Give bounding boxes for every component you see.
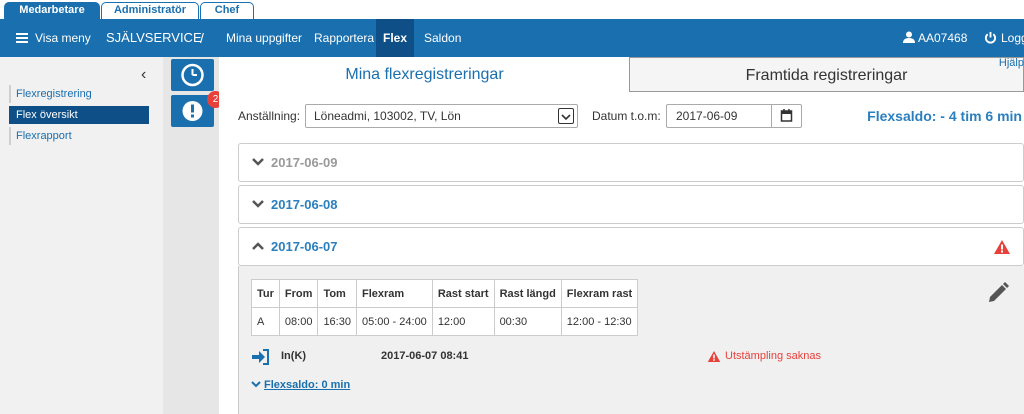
power-icon <box>984 31 997 44</box>
employment-value: Löneadmi, 103002, TV, Lön <box>314 109 461 123</box>
column-header: Tom <box>317 279 357 308</box>
show-menu-button[interactable]: Visa meny <box>16 19 91 57</box>
day-row-2017-06-08[interactable]: 2017-06-08 <box>238 185 1024 224</box>
table-cell: 05:00 - 24:00 <box>355 307 433 336</box>
chevron-up-icon <box>252 242 264 250</box>
tab-framtida-registreringar[interactable]: Framtida registreringar <box>629 57 1024 92</box>
shift-table: Tur From Tom Flexram Rast start Rast län… <box>251 279 639 336</box>
column-header: Rast längd <box>493 279 562 308</box>
clock-icon <box>181 63 204 87</box>
column-header: Flexram <box>355 279 433 308</box>
logout-label: Logg <box>1001 31 1024 45</box>
day-flexsaldo-label: Flexsaldo: 0 min <box>264 379 351 391</box>
column-header: Tur <box>251 279 280 308</box>
day-title: 2017-06-08 <box>271 197 338 212</box>
sign-in-icon <box>252 349 269 365</box>
tab-mina-flexregistreringar[interactable]: Mina flexregistreringar <box>219 57 630 92</box>
user-menu[interactable]: AA07468 <box>903 19 967 57</box>
sidebar-item-flexrapport[interactable]: Flexrapport <box>9 127 149 145</box>
edit-pencil-icon[interactable] <box>986 281 1010 305</box>
stamp-time: 2017-06-07 08:41 <box>381 350 469 362</box>
stamp-type: In(K) <box>281 350 307 362</box>
help-link[interactable]: Hjälp <box>999 57 1024 69</box>
column-header: Rast start <box>431 279 495 308</box>
role-tab-chef[interactable]: Chef <box>200 2 254 19</box>
brand-title: SJÄLVSERVICE <box>106 30 202 45</box>
chevron-down-icon <box>251 381 261 388</box>
sidebar-item-flexregistrering[interactable]: Flexregistrering <box>9 85 149 103</box>
day-title: 2017-06-07 <box>271 239 338 254</box>
calendar-icon <box>780 109 793 122</box>
table-header-row: Tur From Tom Flexram Rast start Rast län… <box>251 279 639 308</box>
sidebar-item-flex-oversikt[interactable]: Flex översikt <box>9 106 149 124</box>
show-menu-label: Visa meny <box>35 31 91 45</box>
nav-item-mina-uppgifter[interactable]: Mina uppgifter <box>218 19 310 57</box>
user-icon <box>903 31 915 43</box>
table-cell: 12:00 <box>431 307 495 336</box>
clock-button[interactable] <box>171 59 214 91</box>
day-row-2017-06-07[interactable]: 2017-06-07 <box>238 227 1024 266</box>
date-label: Datum t.o.m: <box>592 109 661 123</box>
sidebar: ‹ Flexregistrering Flex översikt Flexrap… <box>0 57 163 414</box>
chevron-down-icon <box>252 200 264 208</box>
breadcrumb-separator: / <box>200 30 204 46</box>
user-id: AA07468 <box>918 31 968 45</box>
table-cell: 16:30 <box>317 307 357 336</box>
collapse-sidebar-icon[interactable]: ‹ <box>141 66 146 84</box>
warning-icon <box>994 240 1010 254</box>
chevron-down-icon <box>558 108 574 124</box>
role-tab-administrator[interactable]: Administratör <box>101 2 199 19</box>
table-cell: 12:00 - 12:30 <box>560 307 639 336</box>
flexsaldo-total: Flexsaldo: - 4 tim 6 min <box>867 108 1022 124</box>
nav-item-flex[interactable]: Flex <box>376 19 414 57</box>
table-cell: A <box>251 307 280 336</box>
top-navbar: Visa meny SJÄLVSERVICE / Mina uppgifter … <box>0 19 1024 57</box>
nav-item-saldon[interactable]: Saldon <box>416 19 469 57</box>
missing-stamp-warning: Utstämpling saknas <box>725 350 821 362</box>
role-tab-medarbetare[interactable]: Medarbetare <box>4 2 100 19</box>
main-content: Mina flexregistreringar Framtida registr… <box>219 57 1024 414</box>
table-row: A 08:00 16:30 05:00 - 24:00 12:00 00:30 … <box>251 307 639 336</box>
alerts-button[interactable]: 2 <box>171 91 224 127</box>
nav-item-rapportera[interactable]: Rapportera <box>306 19 382 57</box>
warning-icon <box>707 351 721 362</box>
employment-select[interactable]: Löneadmi, 103002, TV, Lön <box>305 104 578 128</box>
column-header: Flexram rast <box>560 279 639 308</box>
quick-icon-column: 2 <box>163 57 224 414</box>
employment-label: Anställning: <box>238 109 301 123</box>
table-cell: 00:30 <box>493 307 562 336</box>
logout-button[interactable]: Logg <box>984 19 1024 57</box>
column-header: From <box>278 279 319 308</box>
role-tab-bar: Medarbetare Administratör Chef <box>0 0 1024 19</box>
chevron-down-icon <box>252 158 264 166</box>
day-title: 2017-06-09 <box>271 155 338 170</box>
hamburger-icon <box>16 33 28 43</box>
day-detail-panel: Tur From Tom Flexram Rast start Rast län… <box>238 266 1024 414</box>
table-cell: 08:00 <box>278 307 319 336</box>
day-row-2017-06-09[interactable]: 2017-06-09 <box>238 143 1024 182</box>
calendar-button[interactable] <box>771 104 802 128</box>
date-input[interactable]: 2017-06-09 <box>666 104 772 128</box>
day-flexsaldo-link[interactable]: Flexsaldo: 0 min <box>251 379 350 391</box>
